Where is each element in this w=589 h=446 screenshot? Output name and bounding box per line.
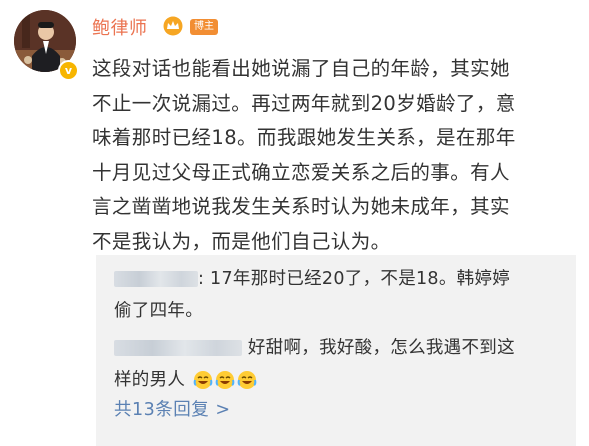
blurred-username[interactable] [114,340,242,356]
more-replies-link[interactable]: 共13条回复 > [114,396,231,421]
comment-text: : 17年那时已经20了，不是18。韩婷婷 [198,269,511,289]
post-line: 这段对话也能看出她说漏了自己的年龄，其实她 [92,57,510,80]
crying-laughing-icon [193,371,213,389]
blogger-badge: 博主 [190,19,218,35]
comment-item: 好甜啊，我好酸，怎么我遇不到这 样的男人 [114,332,515,396]
crying-laughing-icon [215,371,235,389]
post-line: 味着那时已经18。而我跟她发生关系，是在那年 [92,126,516,149]
post-line: 不是我认为，而是他们自己认为。 [92,229,391,253]
crying-laughing-icon [237,371,257,389]
author-name[interactable]: 鲍律师 [92,14,148,40]
crown-icon [163,16,183,36]
comment-text: 偷了四年。 [114,301,203,321]
comment-section: : 17年那时已经20了，不是18。韩婷婷 偷了四年。 好甜啊，我好酸，怎么我遇… [96,255,576,446]
comment-text: 样的男人 [114,370,186,390]
comment-item: : 17年那时已经20了，不是18。韩婷婷 偷了四年。 [114,263,510,327]
post-line: 不止一次说漏过。再过两年就到20岁婚龄了，意 [92,91,516,115]
blurred-username[interactable] [114,271,198,287]
verified-badge-icon: v [58,60,79,81]
post-text: 这段对话也能看出她说漏了自己的年龄，其实她 不止一次说漏过。再过两年就到20岁婚… [92,52,572,259]
post-line: 言之凿凿地说我发生关系时认为她未成年，其实 [92,195,510,218]
comment-text: 好甜啊，我好酸，怎么我遇不到这 [247,338,515,358]
post-line: 十月见过父母正式确立恋爱关系之后的事。有人 [92,160,510,184]
